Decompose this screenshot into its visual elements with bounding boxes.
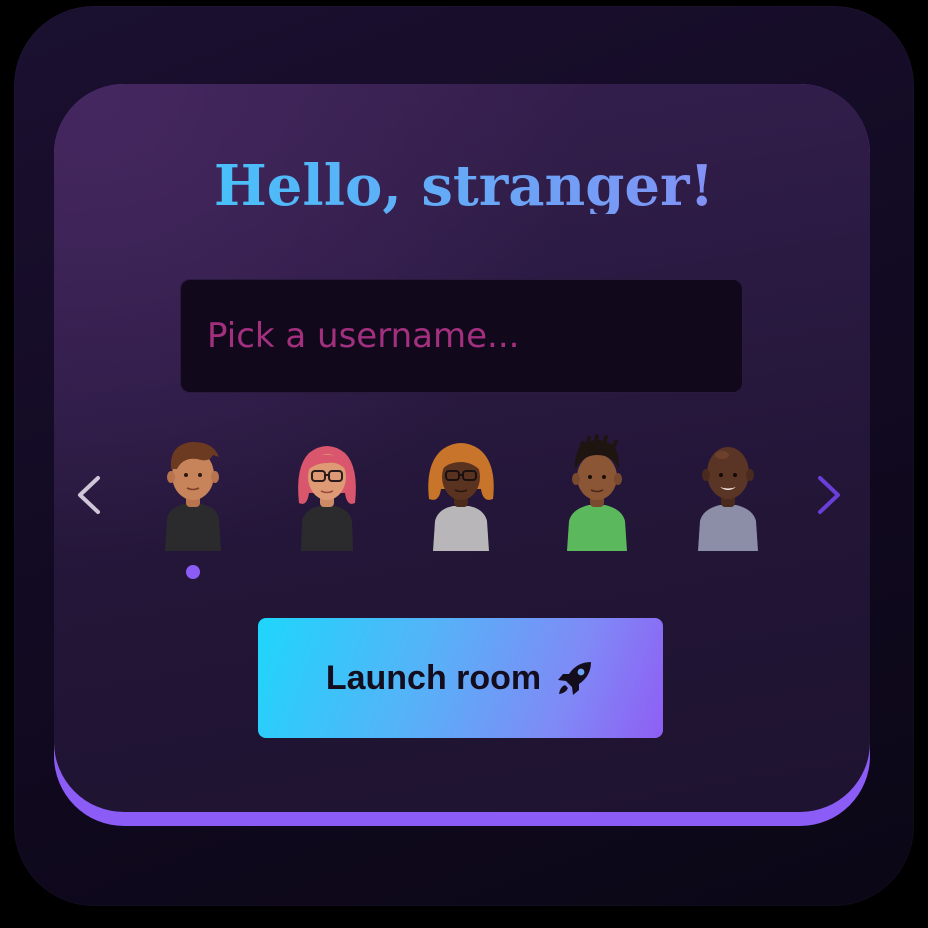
- avatar-option-1[interactable]: [155, 433, 231, 551]
- chevron-left-icon[interactable]: [70, 470, 110, 520]
- avatar-option-5[interactable]: [690, 433, 766, 551]
- avatar-option-2[interactable]: [289, 433, 365, 551]
- chevron-right-icon[interactable]: [808, 470, 848, 520]
- avatar-option-3[interactable]: [423, 433, 499, 551]
- page-title: Hello, stranger!: [0, 158, 928, 214]
- username-input[interactable]: [181, 280, 742, 392]
- launch-room-button[interactable]: Launch room: [258, 618, 663, 738]
- selected-avatar-indicator: [186, 565, 200, 579]
- rocket-icon: [555, 658, 595, 698]
- launch-room-label: Launch room: [325, 658, 542, 697]
- username-field[interactable]: [180, 279, 743, 393]
- avatar-option-4[interactable]: [559, 433, 635, 551]
